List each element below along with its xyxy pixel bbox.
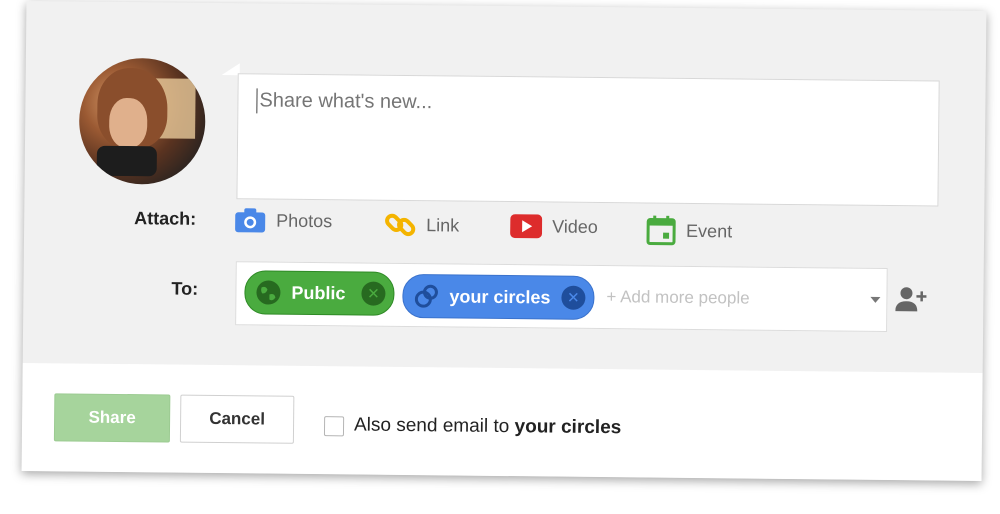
attach-link-label: Link bbox=[426, 214, 460, 236]
circles-icon bbox=[414, 284, 438, 308]
video-play-icon bbox=[510, 214, 543, 239]
recipient-chip-public[interactable]: Public ✕ bbox=[244, 270, 395, 316]
add-person-icon[interactable] bbox=[895, 286, 927, 317]
recipient-chip-your-circles-label: your circles bbox=[449, 286, 551, 308]
compose-input[interactable] bbox=[256, 88, 922, 121]
attach-photos-button[interactable]: Photos bbox=[234, 207, 332, 234]
attach-video-button[interactable]: Video bbox=[510, 214, 598, 239]
email-option-target: your circles bbox=[514, 416, 622, 439]
share-button[interactable]: Share bbox=[53, 393, 171, 443]
attach-link-button[interactable]: Link bbox=[384, 209, 459, 242]
recipient-chip-public-label: Public bbox=[291, 282, 346, 304]
avatar-face bbox=[108, 97, 148, 149]
compose-box[interactable] bbox=[236, 73, 940, 207]
calendar-icon bbox=[646, 215, 676, 246]
avatar-camera bbox=[96, 145, 157, 177]
attach-event-button[interactable]: Event bbox=[646, 215, 732, 246]
recipient-chip-your-circles[interactable]: your circles ✕ bbox=[402, 273, 595, 320]
remove-your-circles-chip-icon[interactable]: ✕ bbox=[561, 285, 586, 310]
add-more-people-input[interactable]: + Add more people bbox=[606, 287, 749, 308]
attach-label: Attach: bbox=[134, 208, 197, 229]
camera-icon bbox=[235, 208, 266, 233]
share-dialog: Attach: Photos Link Video Ev bbox=[21, 0, 987, 482]
attach-video-label: Video bbox=[552, 216, 598, 237]
chevron-down-icon[interactable] bbox=[870, 296, 881, 303]
email-option-prefix: Also send email to bbox=[353, 414, 515, 438]
globe-icon bbox=[256, 280, 281, 305]
to-label: To: bbox=[171, 278, 199, 299]
link-icon bbox=[385, 213, 416, 237]
add-person-glyph bbox=[895, 287, 927, 312]
recipients-field[interactable]: Public ✕ your circles ✕ + Add more peopl… bbox=[235, 261, 888, 333]
attach-event-label: Event bbox=[686, 220, 733, 241]
remove-public-chip-icon[interactable]: ✕ bbox=[361, 281, 386, 306]
attach-photos-label: Photos bbox=[276, 210, 333, 231]
email-checkbox[interactable] bbox=[323, 416, 345, 437]
email-option-label: Also send email to your circles bbox=[354, 414, 621, 439]
avatar bbox=[78, 57, 206, 185]
cancel-button[interactable]: Cancel bbox=[179, 394, 295, 444]
